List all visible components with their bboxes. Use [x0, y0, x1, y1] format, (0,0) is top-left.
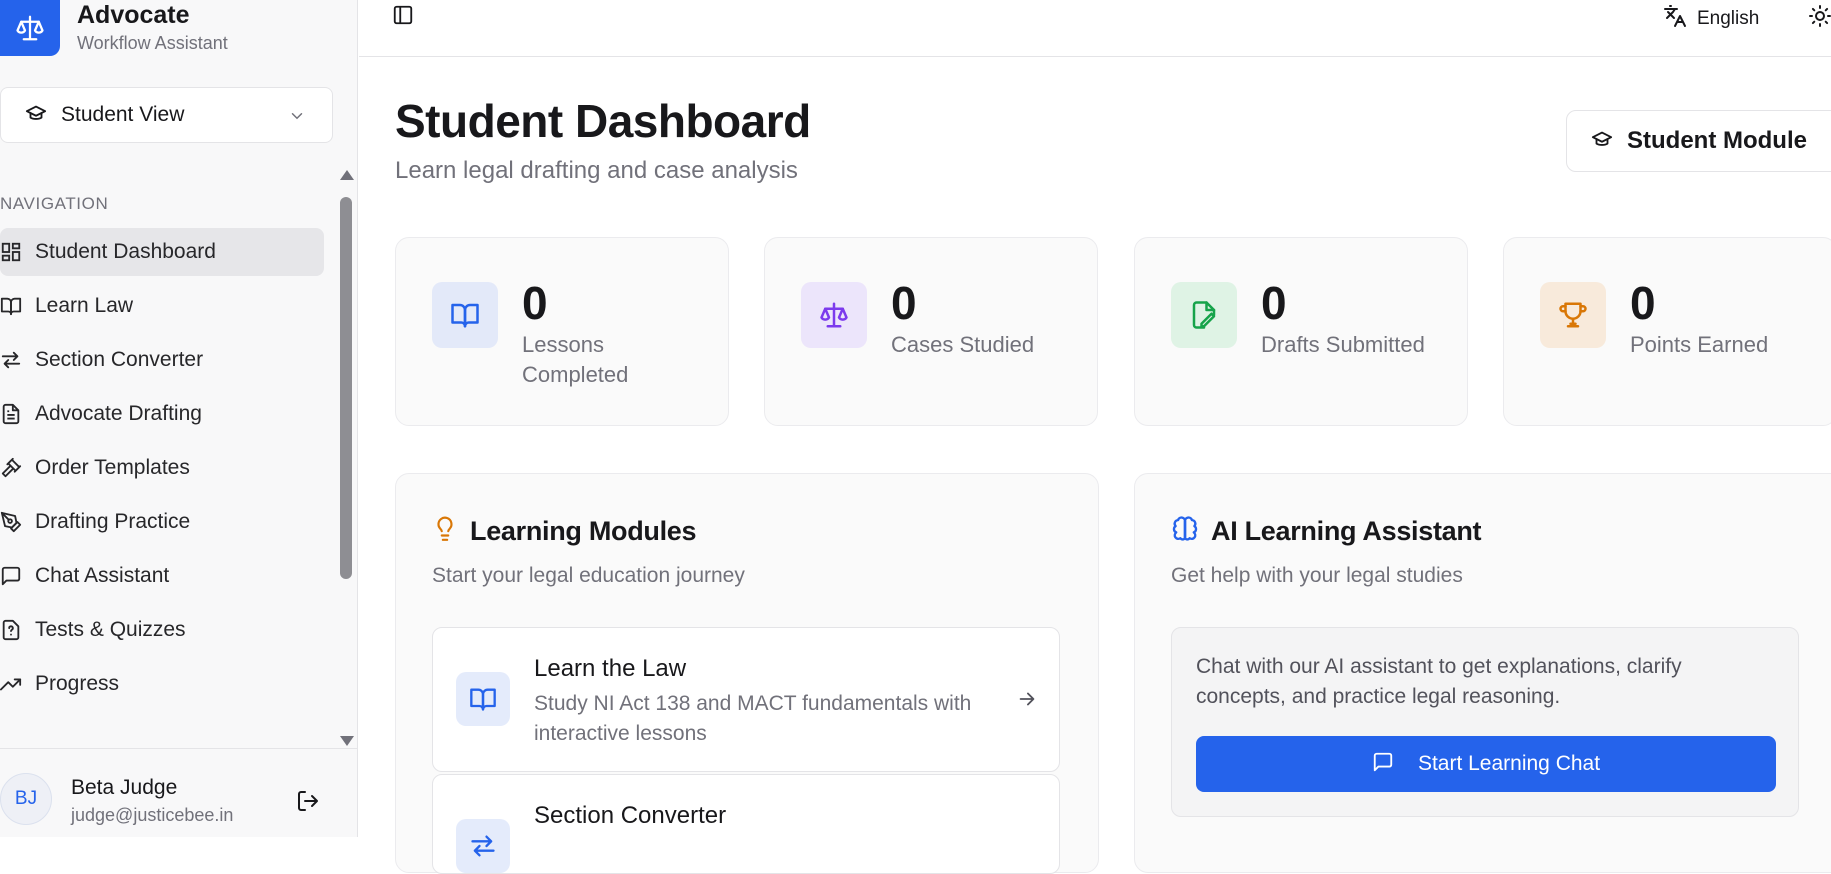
trophy-icon — [1540, 282, 1606, 348]
stat-card-drafts: 0 Drafts Submitted — [1134, 237, 1468, 426]
learning-modules-panel: Learning Modules Start your legal educat… — [395, 473, 1099, 874]
ai-assistant-header: AI Learning Assistant — [1171, 514, 1482, 549]
arrows-icon — [0, 349, 22, 371]
nav-item-section-converter[interactable]: Section Converter — [0, 336, 324, 384]
nav-item-chat-assistant[interactable]: Chat Assistant — [0, 552, 324, 600]
book-icon — [432, 282, 498, 348]
learning-modules-title: Learning Modules — [470, 516, 697, 546]
nav-item-label: Section Converter — [35, 348, 204, 371]
sidebar-toggle-icon[interactable] — [392, 4, 414, 31]
arrows-icon — [456, 819, 510, 873]
sidebar: Advocate Workflow Assistant Student View… — [0, 0, 358, 837]
stat-label: Drafts Submitted — [1261, 332, 1425, 357]
module-title: Section Converter — [534, 802, 727, 829]
student-module-button[interactable]: Student Module — [1566, 110, 1831, 172]
learning-modules-subtitle: Start your legal education journey — [432, 564, 745, 587]
start-learning-chat-label: Start Learning Chat — [1417, 752, 1601, 775]
nav-item-learn-law[interactable]: Learn Law — [0, 282, 324, 330]
stat-card-cases: 0 Cases Studied — [764, 237, 1098, 426]
language-selector[interactable]: English — [1663, 4, 1759, 33]
brand-subtitle: Workflow Assistant — [77, 33, 228, 53]
lightbulb-icon — [432, 514, 458, 549]
scroll-up-arrow[interactable] — [340, 170, 354, 180]
top-bar: English — [359, 0, 1831, 57]
learning-modules-header: Learning Modules — [432, 514, 697, 549]
stat-value: 0 — [1630, 277, 1656, 329]
student-module-label: Student Module — [1627, 127, 1807, 154]
nav-heading: NAVIGATION — [0, 194, 109, 213]
stat-value: 0 — [522, 277, 548, 329]
module-card-learn-law[interactable]: Learn the Law Study NI Act 138 and MACT … — [432, 627, 1060, 772]
nav-item-label: Tests & Quizzes — [35, 618, 186, 641]
nav-item-student-dashboard[interactable]: Student Dashboard — [0, 228, 324, 276]
pen-icon — [0, 511, 22, 533]
chat-icon — [0, 565, 22, 587]
nav-list: Student Dashboard Learn Law Section Conv… — [0, 228, 324, 714]
dashboard-icon — [0, 241, 22, 263]
start-learning-chat-button[interactable]: Start Learning Chat — [1196, 736, 1776, 792]
nav-item-label: Progress — [35, 672, 120, 695]
stat-value: 0 — [891, 277, 917, 329]
stat-label: Cases Studied — [891, 332, 1035, 357]
nav-item-label: Order Templates — [35, 456, 190, 479]
page-title: Student Dashboard — [395, 95, 811, 147]
trend-icon — [0, 673, 22, 695]
scale-icon — [0, 0, 60, 56]
brand-name: Advocate — [77, 1, 190, 29]
view-select-value: Student View — [61, 103, 185, 126]
user-email: judge@justicebee.in — [71, 805, 234, 825]
scroll-down-arrow[interactable] — [340, 736, 354, 746]
book-icon — [0, 295, 22, 317]
module-description: Study NI Act 138 and MACT fundamentals w… — [534, 692, 972, 745]
arrow-right-icon — [1016, 688, 1038, 715]
page-subtitle: Learn legal drafting and case analysis — [395, 157, 798, 184]
user-name: Beta Judge — [71, 776, 178, 799]
module-title: Learn the Law — [534, 655, 687, 682]
stat-value: 0 — [1261, 277, 1287, 329]
chat-icon — [1372, 751, 1394, 778]
nav-item-label: Student Dashboard — [35, 240, 216, 263]
quiz-icon — [0, 619, 22, 641]
graduation-cap-icon — [25, 102, 47, 129]
nav-item-advocate-drafting[interactable]: Advocate Drafting — [0, 390, 324, 438]
avatar[interactable]: BJ — [0, 773, 52, 825]
scale-icon — [801, 282, 867, 348]
logout-icon[interactable] — [296, 789, 320, 818]
ai-assistant-title: AI Learning Assistant — [1211, 516, 1482, 546]
nav-item-order-templates[interactable]: Order Templates — [0, 444, 324, 492]
sun-icon[interactable] — [1808, 4, 1831, 33]
sidebar-scrollbar[interactable] — [335, 170, 357, 746]
ai-assistant-panel: AI Learning Assistant Get help with your… — [1134, 473, 1831, 873]
gavel-icon — [0, 457, 22, 479]
book-icon — [456, 672, 510, 726]
language-label: English — [1697, 7, 1760, 29]
view-select[interactable]: Student View — [0, 87, 333, 143]
nav-item-label: Drafting Practice — [35, 510, 191, 533]
ai-assistant-subtitle: Get help with your legal studies — [1171, 564, 1463, 587]
file-pen-icon — [1171, 282, 1237, 348]
nav-item-label: Chat Assistant — [35, 564, 170, 587]
nav-item-label: Advocate Drafting — [35, 402, 202, 425]
nav-item-label: Learn Law — [35, 294, 134, 317]
stat-label: Lessons Completed — [522, 332, 629, 387]
module-card-section-converter[interactable]: Section Converter — [432, 774, 1060, 874]
nav-item-tests-quizzes[interactable]: Tests & Quizzes — [0, 606, 324, 654]
stat-card-points: 0 Points Earned — [1503, 237, 1831, 426]
graduation-cap-icon — [1591, 128, 1613, 155]
document-icon — [0, 403, 22, 425]
stat-card-lessons: 0 Lessons Completed — [395, 237, 729, 426]
nav-item-progress[interactable]: Progress — [0, 660, 324, 708]
translate-icon — [1663, 4, 1687, 33]
scroll-thumb[interactable] — [340, 197, 352, 579]
stat-label: Points Earned — [1630, 332, 1769, 357]
chat-box: Chat with our AI assistant to get explan… — [1171, 627, 1799, 817]
chat-description: Chat with our AI assistant to get explan… — [1196, 655, 1682, 708]
nav-item-drafting-practice[interactable]: Drafting Practice — [0, 498, 324, 546]
brain-icon — [1171, 514, 1199, 549]
chevron-down-icon — [288, 107, 306, 130]
user-profile: BJ Beta Judge judge@justicebee.in — [0, 748, 357, 837]
